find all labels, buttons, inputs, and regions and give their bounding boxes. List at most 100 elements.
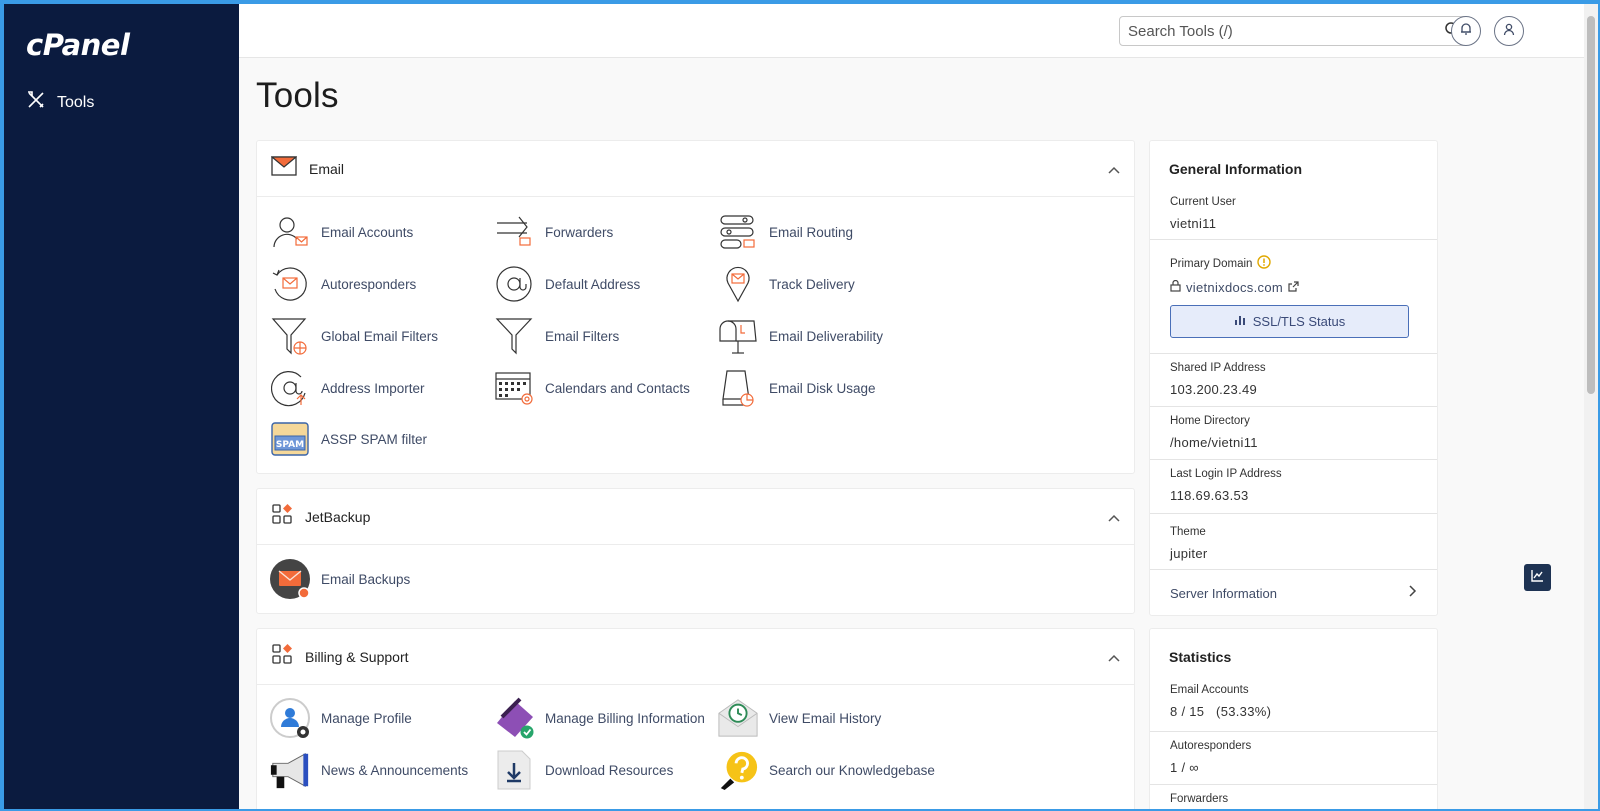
- sidebar: cPanel Tools: [4, 4, 239, 809]
- calendar-icon: [493, 367, 535, 409]
- email-section-header[interactable]: Email: [257, 141, 1134, 197]
- sidebar-item-label: Tools: [57, 93, 95, 111]
- server-information-label: Server Information: [1170, 585, 1277, 601]
- bar-chart-icon: [1234, 314, 1246, 329]
- section-title: Billing & Support: [305, 648, 409, 665]
- email-section: Email Email Accounts Forwarders Email Ro…: [256, 140, 1135, 474]
- line-chart-icon: [1531, 569, 1544, 587]
- tool-email-accounts[interactable]: Email Accounts: [269, 211, 413, 253]
- ssl-tls-status-button[interactable]: SSL/TLS Status: [1170, 305, 1409, 338]
- primary-domain-row: Primary Domain vietnixdocs.com SSL/TLS S…: [1150, 240, 1437, 354]
- page-scrollbar[interactable]: [1584, 4, 1598, 809]
- tool-label: Autoresponders: [321, 276, 417, 292]
- tool-label: Calendars and Contacts: [545, 380, 690, 396]
- section-title: JetBackup: [305, 508, 371, 525]
- chevron-up-icon[interactable]: [1108, 509, 1120, 527]
- forward-arrows-icon: [493, 211, 535, 253]
- email-accounts-stat-row: Email Accounts 8 / 15 (53.33%): [1150, 679, 1437, 732]
- filter-icon: [493, 315, 535, 357]
- tool-manage-billing[interactable]: Manage Billing Information: [493, 697, 705, 739]
- sidebar-item-tools[interactable]: Tools: [26, 90, 94, 115]
- forwarders-stat-row: Forwarders: [1150, 785, 1437, 809]
- jetbackup-section-header[interactable]: JetBackup: [257, 489, 1134, 545]
- tool-label: Manage Profile: [321, 710, 412, 726]
- tool-calendars-contacts[interactable]: Calendars and Contacts: [493, 367, 690, 409]
- last-login-label: Last Login IP Address: [1170, 468, 1282, 480]
- bell-icon: [1459, 22, 1473, 41]
- user-mail-icon: [269, 211, 311, 253]
- email-backup-icon: [269, 558, 311, 600]
- shared-ip-row: Shared IP Address 103.200.23.49: [1150, 354, 1437, 407]
- forwarders-stat-label: Forwarders: [1170, 793, 1229, 805]
- autoresponders-stat-value: 1 / ∞: [1170, 760, 1199, 775]
- current-user-label: Current User: [1170, 196, 1236, 208]
- server-information-link[interactable]: Server Information: [1150, 570, 1437, 616]
- warning-icon[interactable]: [1257, 255, 1272, 272]
- jetbackup-section: JetBackup Email Backups: [256, 488, 1135, 614]
- panel-title: General Information: [1169, 161, 1303, 177]
- primary-domain-link[interactable]: vietnixdocs.com: [1170, 279, 1417, 295]
- tool-label: Forwarders: [545, 224, 614, 240]
- tool-news-announcements[interactable]: News & Announcements: [269, 749, 468, 791]
- autoresponders-stat-label: Autoresponders: [1170, 740, 1252, 752]
- download-file-icon: [493, 749, 535, 791]
- apps-grid-icon: [271, 503, 293, 530]
- notifications-button[interactable]: [1451, 16, 1481, 46]
- billing-section-header[interactable]: Billing & Support: [257, 629, 1134, 685]
- tool-label: Global Email Filters: [321, 328, 439, 344]
- last-login-value: 118.69.63.53: [1170, 488, 1249, 503]
- tool-email-backups[interactable]: Email Backups: [269, 558, 410, 600]
- tool-autoresponders[interactable]: Autoresponders: [269, 263, 416, 305]
- chevron-up-icon[interactable]: [1108, 649, 1120, 667]
- user-icon: [1502, 22, 1516, 41]
- lock-icon: [1170, 279, 1181, 295]
- chevron-up-icon[interactable]: [1108, 161, 1120, 179]
- filter-globe-icon: [269, 315, 311, 357]
- tool-email-routing[interactable]: Email Routing: [717, 211, 853, 253]
- tool-address-importer[interactable]: Address Importer: [269, 367, 425, 409]
- cpanel-logo[interactable]: cPanel: [26, 28, 130, 62]
- statistics-panel: Statistics Email Accounts 8 / 15 (53.33%…: [1149, 628, 1438, 809]
- tool-search-knowledgebase[interactable]: Search our Knowledgebase: [717, 749, 935, 791]
- top-bar: [239, 4, 1598, 58]
- tool-download-resources[interactable]: Download Resources: [493, 749, 673, 791]
- import-at-icon: [269, 367, 311, 409]
- tool-default-address[interactable]: Default Address: [493, 263, 640, 305]
- at-sign-icon: [493, 263, 535, 305]
- panel-title: Statistics: [1169, 649, 1232, 665]
- tool-global-email-filters[interactable]: Global Email Filters: [269, 315, 438, 357]
- tool-manage-profile[interactable]: Manage Profile: [269, 697, 412, 739]
- home-directory-value: /home/vietni11: [1170, 435, 1258, 450]
- last-login-row: Last Login IP Address 118.69.63.53: [1150, 460, 1437, 514]
- primary-domain-value: vietnixdocs.com: [1186, 280, 1283, 295]
- tool-track-delivery[interactable]: Track Delivery: [717, 263, 855, 305]
- tool-label: ASSP SPAM filter: [321, 431, 428, 447]
- tool-assp-spam-filter[interactable]: SPAM ASSP SPAM filter: [269, 418, 427, 460]
- autoresponder-icon: [269, 263, 311, 305]
- mailbox-icon: [717, 315, 759, 357]
- tool-label: Track Delivery: [769, 276, 855, 292]
- user-menu-button[interactable]: [1494, 16, 1524, 46]
- profile-gear-icon: [269, 697, 311, 739]
- lightbulb-icon: [717, 749, 759, 791]
- location-pin-icon: [717, 263, 759, 305]
- tool-view-email-history[interactable]: View Email History: [717, 697, 881, 739]
- page-title: Tools: [256, 76, 339, 115]
- tool-email-filters[interactable]: Email Filters: [493, 315, 619, 357]
- shared-ip-label: Shared IP Address: [1170, 362, 1266, 374]
- tool-email-disk-usage[interactable]: Email Disk Usage: [717, 367, 876, 409]
- home-directory-row: Home Directory /home/vietni11: [1150, 407, 1437, 460]
- tool-forwarders[interactable]: Forwarders: [493, 211, 613, 253]
- theme-row: Theme jupiter: [1150, 514, 1437, 570]
- search-input[interactable]: [1128, 22, 1444, 40]
- credit-card-icon: [493, 697, 535, 739]
- routing-icon: [717, 211, 759, 253]
- section-title: Email: [309, 160, 345, 177]
- tool-email-deliverability[interactable]: Email Deliverability: [717, 315, 883, 357]
- tool-label: Email Disk Usage: [769, 380, 876, 396]
- scrollbar-thumb[interactable]: [1587, 16, 1595, 394]
- tool-label: Download Resources: [545, 762, 674, 778]
- envelope-icon: [270, 156, 298, 181]
- stats-toggle-button[interactable]: [1524, 564, 1551, 591]
- tool-label: Email Routing: [769, 224, 854, 240]
